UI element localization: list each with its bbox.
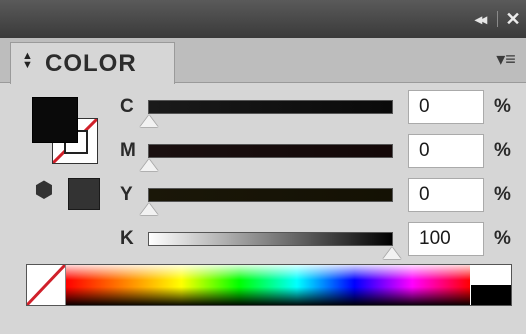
- tab-color-label: COLOR: [45, 50, 137, 77]
- none-slash-icon: [27, 265, 67, 305]
- panel-titlebar: ◂◂ ✕: [0, 0, 526, 38]
- channel-slider[interactable]: [148, 144, 393, 158]
- slider-thumb[interactable]: [383, 247, 401, 259]
- collapse-icon[interactable]: ◂◂: [467, 10, 493, 28]
- color-spectrum[interactable]: [26, 264, 512, 306]
- out-of-gamut-swatch[interactable]: [68, 178, 100, 210]
- percent-unit: %: [494, 96, 511, 117]
- tab-strip: ▲ ▼ COLOR: [0, 38, 526, 84]
- channel-value-field[interactable]: 0: [408, 134, 484, 168]
- slider-thumb[interactable]: [140, 115, 158, 127]
- black-chip[interactable]: [471, 285, 511, 305]
- channel-slider[interactable]: [148, 188, 393, 202]
- channel-label: Y: [120, 184, 133, 205]
- spectrum-ramp[interactable]: [66, 265, 470, 305]
- percent-unit: %: [494, 184, 511, 205]
- channel-slider[interactable]: [148, 232, 393, 246]
- channel-label: M: [120, 140, 136, 161]
- titlebar-divider: [497, 11, 498, 27]
- percent-unit: %: [494, 140, 511, 161]
- panel-menu-icon[interactable]: ▾≡: [492, 48, 520, 70]
- updown-arrows-icon[interactable]: ▲ ▼: [22, 51, 33, 71]
- fill-swatch[interactable]: [32, 97, 78, 143]
- white-chip[interactable]: [471, 265, 511, 285]
- channel-value-field[interactable]: 0: [408, 178, 484, 212]
- percent-unit: %: [494, 228, 511, 249]
- slider-thumb[interactable]: [140, 203, 158, 215]
- close-icon[interactable]: ✕: [503, 8, 523, 30]
- channel-label: K: [120, 228, 134, 249]
- cube-icon[interactable]: ⬢: [32, 178, 56, 202]
- channel-slider[interactable]: [148, 100, 393, 114]
- slider-thumb[interactable]: [140, 159, 158, 171]
- none-color-chip[interactable]: [27, 265, 67, 305]
- channel-label: C: [120, 96, 134, 117]
- channel-value-field[interactable]: 0: [408, 90, 484, 124]
- channel-value-field[interactable]: 100: [408, 222, 484, 256]
- color-panel: ◂◂ ✕ ▲ ▼ COLOR ▾≡ ⬢ C 0 % M 0 % Y 0 % K …: [0, 0, 526, 334]
- tab-color[interactable]: ▲ ▼ COLOR: [10, 42, 175, 84]
